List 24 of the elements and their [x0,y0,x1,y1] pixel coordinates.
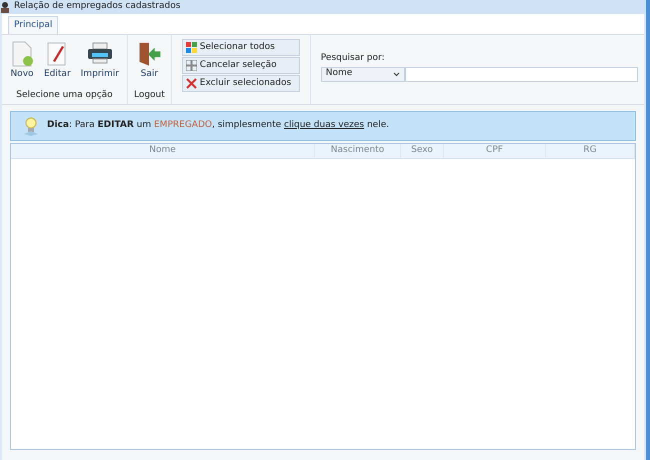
chevron-down-icon [392,72,400,76]
app-icon [0,1,10,13]
search-field-dropdown[interactable]: Nome [320,66,405,82]
search-input[interactable] [404,66,638,82]
tip-text: Dica: Para EDITAR um EMPREGADO, simplesmente clique duas vezes nele. [47,119,390,132]
lightbulb-icon [23,116,39,136]
selection-button[interactable]: Selecionar todos [182,39,300,56]
ribbon-button[interactable]: Editar [42,41,73,81]
new-document-icon [10,41,34,67]
window-title: Relação de empregados cadastrados [14,0,180,14]
delete-icon [186,78,197,89]
selection-button[interactable]: Excluir selecionados [182,75,300,92]
group-label: Logout [134,89,165,102]
printer-icon [86,41,114,65]
ribbon-tab[interactable]: Principal [8,16,58,34]
ribbon-button[interactable]: Imprimir [78,41,121,81]
search-label: Pesquisar por: [320,52,386,65]
ribbon-button[interactable]: Novo [8,41,36,81]
tip-link[interactable]: clique duas vezes [284,120,364,130]
color-grid-icon [186,42,197,53]
group-label: Selecione uma opção [16,89,113,102]
ribbon-button[interactable]: Sair [134,41,164,81]
outline-grid-icon [186,60,197,71]
selection-button[interactable]: Cancelar seleção [182,57,300,74]
